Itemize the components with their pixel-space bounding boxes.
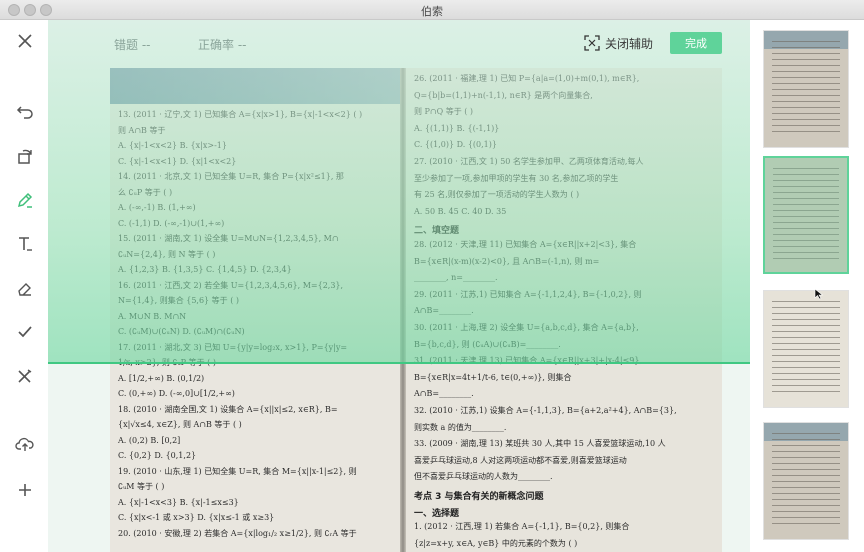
question-line: 喜爱乒乓球运动,8 人对这两项运动都不喜爱,则喜爱篮球运动 bbox=[414, 455, 627, 465]
image-stage[interactable]: 13. (2011 · 辽宁,文 1) 已知集合 A={x|x>1}, B={x… bbox=[48, 20, 750, 552]
question-line: 但不喜爱乒乓球运动的人数为________. bbox=[414, 472, 553, 482]
page-thumbnail[interactable] bbox=[763, 30, 849, 148]
question-line: 20. (2010 · 安徽,理 2) 若集合 A={x|log₁/₂ x≥1/… bbox=[118, 528, 357, 538]
eraser-icon[interactable] bbox=[12, 275, 38, 301]
close-assist-button[interactable]: 关闭辅助 bbox=[584, 33, 653, 53]
pen-icon[interactable] bbox=[12, 187, 38, 213]
stats-header: 错题 -- 正确率 -- 关闭辅助 完成 bbox=[48, 20, 750, 68]
check-icon[interactable] bbox=[12, 319, 38, 345]
close-assist-label: 关闭辅助 bbox=[605, 36, 654, 51]
window-titlebar: 伯索 bbox=[0, 0, 864, 20]
accuracy-rate: 正确率 -- bbox=[198, 38, 247, 52]
scan-frame-icon bbox=[584, 35, 600, 51]
question-line: 则实数 a 的值为________. bbox=[414, 422, 507, 432]
page-thumbnail-selected[interactable] bbox=[763, 156, 849, 274]
thumbnail-panel bbox=[750, 20, 864, 552]
close-icon[interactable] bbox=[12, 28, 38, 54]
page-thumbnail[interactable] bbox=[763, 290, 849, 408]
question-line: A. {x|-1<x<3} B. {x|-1≤x≤3} bbox=[118, 497, 239, 507]
question-line: 33. (2009 · 湖南,理 13) 某班共 30 人,其中 15 人喜爱篮… bbox=[414, 439, 666, 449]
question-line: 18. (2010 · 湖南全国,文 1) 设集合 A={x||x|≤2, x∈… bbox=[118, 404, 338, 414]
question-line: {z|z=x+y, x∈A, y∈B} 中的元素的个数为 ( ) bbox=[414, 538, 578, 548]
mouse-cursor-icon bbox=[814, 288, 824, 300]
question-line: A. (0,2) B. [0,2] bbox=[118, 435, 181, 445]
window-title: 伯索 bbox=[421, 5, 443, 18]
left-toolbar bbox=[0, 20, 48, 552]
question-line: 32. (2010 · 江苏,1) 设集合 A={-1,1,3}, B={a+2… bbox=[414, 406, 677, 415]
undo-icon[interactable] bbox=[12, 99, 38, 125]
question-line: 19. (2010 · 山东,理 1) 已知全集 U=R, 集合 M={x||x… bbox=[118, 466, 357, 476]
section-heading: 考点 3 与集合有关的新概念问题 bbox=[414, 492, 544, 502]
question-line: 1. (2012 · 江西,理 1) 若集合 A={-1,1}, B={0,2}… bbox=[414, 522, 630, 532]
question-line: C. (0,+∞) D. (-∞,0]∪[1/2,+∞) bbox=[118, 389, 235, 398]
rotate-icon[interactable] bbox=[12, 143, 38, 169]
cloud-upload-icon[interactable] bbox=[12, 431, 38, 457]
scan-line bbox=[48, 362, 750, 364]
section-heading: 一、选择题 bbox=[414, 508, 460, 519]
done-button[interactable]: 完成 bbox=[670, 32, 722, 54]
question-line: A. [1/2,+∞) B. (0,1/2) bbox=[118, 373, 205, 383]
question-line: C. {0,2} D. {0,1,2} bbox=[118, 451, 197, 460]
scan-overlay bbox=[48, 20, 750, 364]
page-thumbnail[interactable] bbox=[763, 422, 849, 540]
question-line: {x|√x≤4, x∈Z}, 则 A∩B 等于 ( ) bbox=[118, 420, 242, 429]
question-line: ∁ᵤM 等于 ( ) bbox=[118, 482, 165, 491]
question-line: B={x∈R|x=4t+1/t-6, t∈(0,+∞)}, 则集合 bbox=[414, 372, 572, 382]
wrong-mark-icon[interactable] bbox=[12, 363, 38, 389]
wrong-count: 错题 -- bbox=[114, 38, 151, 52]
text-icon[interactable] bbox=[12, 231, 38, 257]
question-line: C. {x|x<-1 或 x>3} D. {x|x≤-1 或 x≥3} bbox=[118, 513, 275, 522]
add-icon[interactable] bbox=[12, 477, 38, 503]
question-line: A∩B=________. bbox=[414, 389, 474, 399]
